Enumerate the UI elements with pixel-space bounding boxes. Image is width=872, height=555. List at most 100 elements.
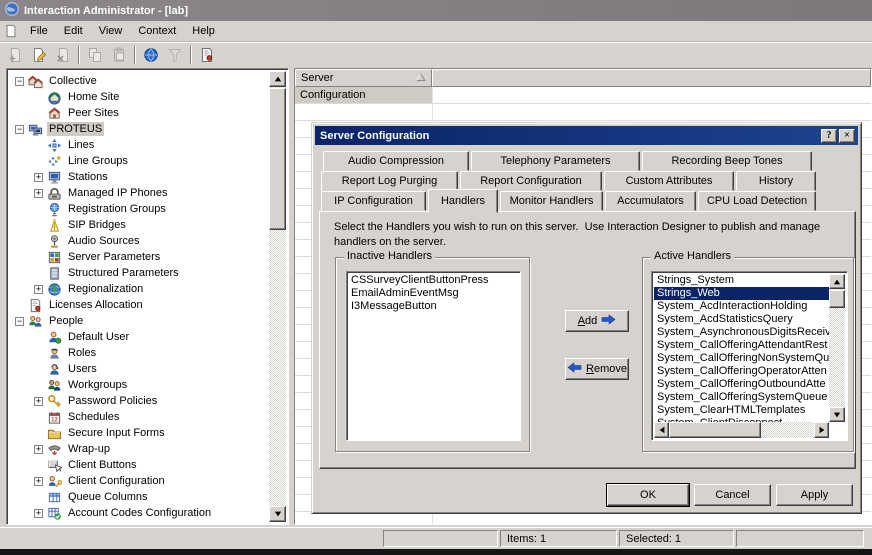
active-handler-item[interactable]: System_CallOfferingAttendantRest	[654, 339, 829, 352]
menu-view[interactable]: View	[91, 23, 131, 39]
tab-audio-compression[interactable]: Audio Compression	[323, 151, 469, 171]
tab-history[interactable]: History	[736, 171, 816, 191]
tree-item-registration-groups[interactable]: Registration Groups	[9, 201, 269, 217]
tree-item-workgroups[interactable]: Workgroups	[9, 377, 269, 393]
configuration-row[interactable]: Configuration	[295, 87, 432, 103]
tree-item-users[interactable]: Users	[9, 361, 269, 377]
tree-scrollbar[interactable]	[269, 71, 286, 522]
active-handler-item[interactable]: Strings_Web	[654, 287, 829, 300]
expand-box[interactable]: +	[34, 476, 43, 486]
tree-item-account-codes-configuration[interactable]: + Account Codes Configuration	[9, 505, 269, 521]
collapse-box[interactable]: −	[15, 76, 24, 86]
active-handler-item[interactable]: System_CallOfferingSystemQueue	[654, 391, 829, 404]
tree-item-default-user[interactable]: Default User	[9, 329, 269, 345]
scroll-up-button[interactable]	[829, 274, 845, 289]
inactive-handler-item[interactable]: EmailAdminEventMsg	[348, 287, 519, 300]
scroll-thumb[interactable]	[269, 88, 286, 230]
active-list-vscrollbar[interactable]	[829, 274, 845, 422]
active-list-hscrollbar[interactable]	[654, 422, 829, 438]
paste-button[interactable]	[107, 44, 131, 66]
tree-item-client-buttons[interactable]: Client Buttons	[9, 457, 269, 473]
tab-ip-configuration[interactable]: IP Configuration	[321, 191, 426, 211]
active-handler-item[interactable]: Strings_System	[654, 274, 829, 287]
tree-item-roles[interactable]: Roles	[9, 345, 269, 361]
tree-item-secure-input-forms[interactable]: Secure Input Forms	[9, 425, 269, 441]
active-handler-item[interactable]: System_CallOfferingOutboundAtte	[654, 378, 829, 391]
active-handler-item[interactable]: System_ClearHTMLTemplates	[654, 404, 829, 417]
tree-item-sip-bridges[interactable]: SIP Bridges	[9, 217, 269, 233]
tab-accumulators[interactable]: Accumulators	[605, 191, 696, 211]
tree-item-client-configuration[interactable]: + Client Configuration	[9, 473, 269, 489]
tree-item-collective[interactable]: − Collective	[9, 73, 269, 89]
tree-item-wrap-up[interactable]: + Wrap-up	[9, 441, 269, 457]
scroll-right-button[interactable]	[814, 422, 829, 438]
tab-monitor-handlers[interactable]: Monitor Handlers	[500, 191, 603, 211]
inactive-handler-item[interactable]: CSSurveyClientButtonPress	[348, 274, 519, 287]
tab-recording-beep-tones[interactable]: Recording Beep Tones	[642, 151, 812, 171]
tree-item-client-templates[interactable]: Client Templates	[9, 521, 269, 522]
tab-handlers[interactable]: Handlers	[428, 189, 498, 213]
active-handler-item[interactable]: System_AsynchronousDigitsReceiv	[654, 326, 829, 339]
tree-item-password-policies[interactable]: + Password Policies	[9, 393, 269, 409]
filter-button[interactable]	[163, 44, 187, 66]
apply-button[interactable]: Apply	[776, 484, 853, 506]
expand-box[interactable]: +	[34, 172, 43, 182]
tree-item-schedules[interactable]: 12 Schedules	[9, 409, 269, 425]
tree-item-audio-sources[interactable]: Audio Sources	[9, 233, 269, 249]
scroll-down-button[interactable]	[829, 407, 845, 422]
expand-box[interactable]: +	[34, 396, 43, 406]
edit-entry-button[interactable]	[27, 44, 51, 66]
tree-item-queue-columns[interactable]: Queue Columns	[9, 489, 269, 505]
tree-item-structured-parameters[interactable]: Structured Parameters	[9, 265, 269, 281]
scroll-left-button[interactable]	[654, 422, 669, 438]
tree-item-stations[interactable]: + Stations	[9, 169, 269, 185]
license-report-button[interactable]	[195, 44, 219, 66]
tab-cpu-load-detection[interactable]: CPU Load Detection	[698, 191, 816, 211]
dialog-titlebar[interactable]: Server Configuration ? ×	[315, 126, 858, 145]
cancel-button[interactable]: Cancel	[694, 484, 771, 506]
scroll-up-button[interactable]	[269, 71, 286, 87]
tab-telephony-parameters[interactable]: Telephony Parameters	[471, 151, 640, 171]
tree-item-lines[interactable]: Lines	[9, 137, 269, 153]
active-handler-item[interactable]: System_CallOfferingNonSystemQue	[654, 352, 829, 365]
active-handler-item[interactable]: System_CallOfferingOperatorAtten	[654, 365, 829, 378]
active-handler-item[interactable]: System_AcdInteractionHolding	[654, 300, 829, 313]
menu-help[interactable]: Help	[184, 23, 223, 39]
add-button[interactable]: Add	[565, 310, 629, 332]
inactive-handlers-list[interactable]: CSSurveyClientButtonPress EmailAdminEvent…	[346, 271, 521, 441]
tree-item-peer-sites[interactable]: Peer Sites	[9, 105, 269, 121]
close-icon[interactable]: ×	[839, 128, 855, 143]
scroll-thumb[interactable]	[669, 422, 761, 438]
expand-box[interactable]: +	[34, 284, 43, 294]
new-entry-button[interactable]	[3, 44, 27, 66]
tree-item-regionalization[interactable]: + Regionalization	[9, 281, 269, 297]
tree-item-line-groups[interactable]: Line Groups	[9, 153, 269, 169]
menu-file[interactable]: File	[22, 23, 56, 39]
expand-box[interactable]: +	[34, 444, 43, 454]
tree-item-managed-ip-phones[interactable]: + Managed IP Phones	[9, 185, 269, 201]
remove-button[interactable]: Remove	[565, 358, 629, 380]
ok-button[interactable]: OK	[607, 484, 689, 506]
tree-item-licenses-allocation[interactable]: Licenses Allocation	[9, 297, 269, 313]
scroll-down-button[interactable]	[269, 506, 286, 522]
copy-button[interactable]	[83, 44, 107, 66]
menu-edit[interactable]: Edit	[56, 23, 91, 39]
collapse-box[interactable]: −	[15, 316, 24, 326]
inactive-handler-item[interactable]: I3MessageButton	[348, 300, 519, 313]
titlebar[interactable]: Interaction Administrator - [lab]	[0, 0, 872, 21]
tab-report-log-purging[interactable]: Report Log Purging	[321, 171, 458, 191]
expand-box[interactable]: +	[34, 188, 43, 198]
delete-entry-button[interactable]	[51, 44, 75, 66]
scroll-thumb[interactable]	[829, 290, 845, 308]
server-manager-button[interactable]	[139, 44, 163, 66]
tree-item-proteus[interactable]: − PROTEUS	[9, 121, 269, 137]
help-icon[interactable]: ?	[821, 128, 837, 143]
menu-context[interactable]: Context	[130, 23, 184, 39]
tree-item-people[interactable]: − People	[9, 313, 269, 329]
collapse-box[interactable]: −	[15, 124, 24, 134]
column-header-server[interactable]: Server	[295, 69, 432, 87]
active-handlers-list[interactable]: Strings_System Strings_Web System_AcdInter…	[651, 271, 848, 441]
tab-report-configuration[interactable]: Report Configuration	[460, 171, 602, 191]
tree-item-home-site[interactable]: Home Site	[9, 89, 269, 105]
expand-box[interactable]: +	[34, 508, 43, 518]
